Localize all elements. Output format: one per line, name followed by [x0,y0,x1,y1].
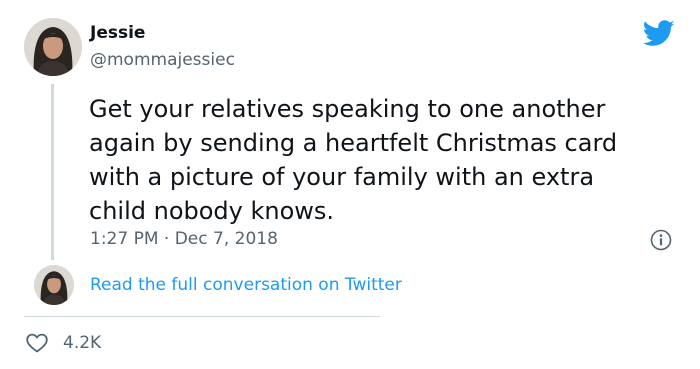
tweet-text-line: with a picture of your family with an ex… [89,163,595,191]
read-full-conversation-link[interactable]: Read the full conversation on Twitter [90,275,402,295]
tweet-text-line: Get your relatives speaking to one anoth… [89,95,606,123]
reply-avatar[interactable] [34,265,74,305]
profile-photo-icon [24,18,82,76]
divider [24,316,380,317]
tweet-text: Get your relatives speaking to one anoth… [89,92,669,228]
author-avatar[interactable] [24,18,82,76]
tweet-embed-card: Jessie @mommajessiec Get your relatives … [0,0,700,369]
like-count: 4.2K [63,333,102,353]
twitter-bird-icon[interactable] [643,20,675,47]
tweet-timestamp[interactable]: 1:27 PM · Dec 7, 2018 [90,229,278,249]
heart-icon[interactable] [25,331,49,355]
tweet-text-line: again by sending a heartfelt Christmas c… [89,129,618,157]
info-icon[interactable] [650,229,672,251]
like-button[interactable]: 4.2K [25,331,101,355]
tweet-text-line: child nobody knows. [89,197,335,225]
author-handle[interactable]: @mommajessiec [90,50,235,70]
thread-connector-line [51,84,54,260]
profile-photo-icon [34,265,74,305]
author-name[interactable]: Jessie [90,23,145,43]
